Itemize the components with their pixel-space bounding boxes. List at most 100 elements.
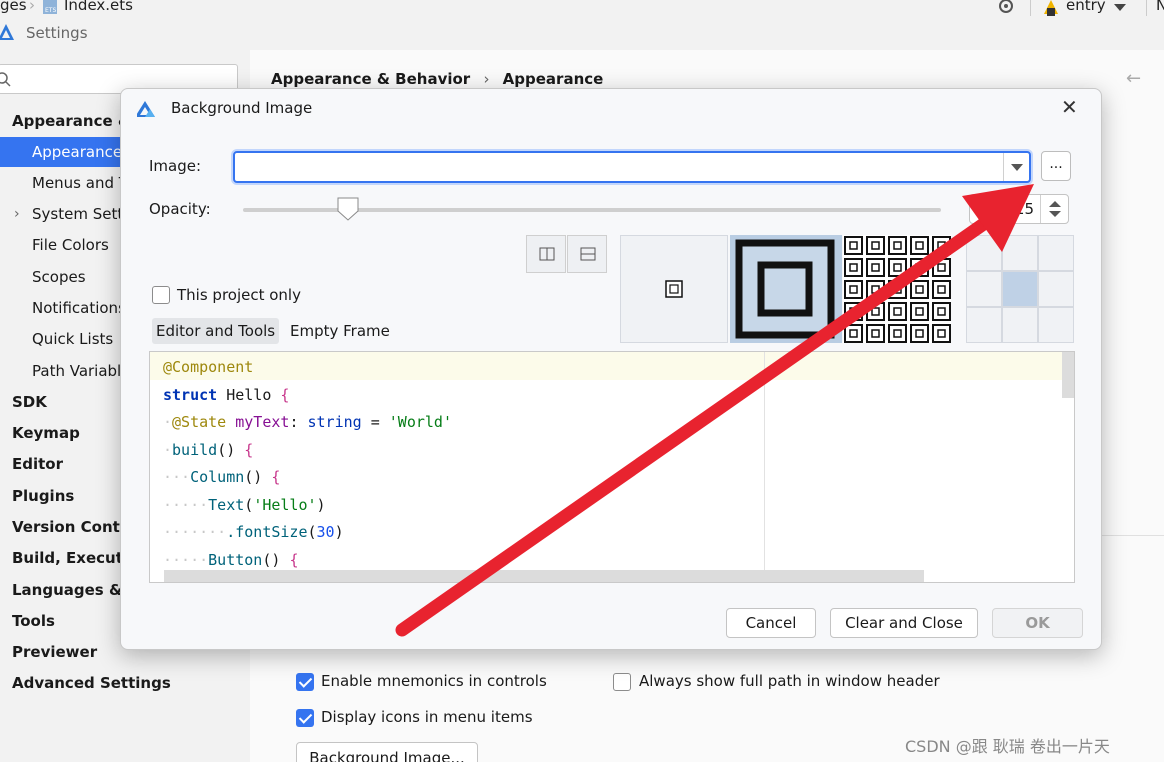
menu-icons-checkbox[interactable] [296,709,314,727]
full-path-label: Always show full path in window header [639,672,940,690]
tile-square [910,280,929,299]
code-token: myText [226,413,290,431]
sidebar-item-advanced-settings[interactable]: Advanced Settings [0,668,250,698]
tile-square [888,280,907,299]
search-icon [0,72,11,87]
fill-mode-tile[interactable] [843,235,951,343]
code-token: @State [172,413,227,431]
spinner-down-icon[interactable] [1049,211,1061,217]
fill-mode-plain[interactable] [620,235,728,343]
tile-square [932,236,951,255]
image-label: Image: [149,157,202,175]
anchor-top-center[interactable] [1002,235,1038,271]
tile-square [866,302,885,321]
code-token: () [262,550,290,569]
close-icon[interactable]: ✕ [1061,95,1078,119]
device-icon[interactable] [998,0,1014,14]
current-line-highlight [150,352,1062,380]
opacity-slider-thumb[interactable] [337,197,359,221]
code-token: { [271,468,281,486]
cancel-button[interactable]: Cancel [726,608,816,638]
tile-square [888,258,907,277]
vertical-scrollbar[interactable] [1062,352,1074,398]
app-logo-icon [137,101,155,117]
tile-square [844,280,863,299]
module-icon [1044,0,1058,16]
settings-title-bar: Settings [0,16,1164,50]
code-line: ·····Text('Hello') [163,491,326,519]
tile-square [888,236,907,255]
spinner-buttons[interactable] [1040,195,1068,223]
code-token: () [217,440,245,459]
fill-mode-scale[interactable] [730,235,842,343]
tile-square [844,258,863,277]
anchor-bottom-center[interactable] [1002,307,1038,343]
combo-divider [1003,153,1004,181]
chevron-down-icon[interactable] [1011,164,1023,171]
tile-square [932,302,951,321]
code-token: ( [307,523,317,541]
breadcrumb-current: Appearance [502,70,604,88]
code-token: { [280,385,290,404]
tile-square [910,302,929,321]
toolbar-divider [1030,0,1031,16]
browse-button[interactable]: ... [1041,151,1071,181]
this-project-only-checkbox[interactable] [152,286,170,304]
run-config-selector[interactable]: entry [1066,0,1106,14]
full-path-checkbox[interactable] [613,673,631,691]
breadcrumb-file[interactable]: Index.ets [64,0,133,14]
mnemonics-checkbox[interactable] [296,673,314,691]
tile-square [932,258,951,277]
code-token: Column [190,468,245,486]
anchor-bottom-right[interactable] [1038,307,1074,343]
tile-square [888,302,907,321]
split-vertical-icon [539,247,555,261]
code-token: .fontSize [226,523,308,541]
tile-square [910,324,929,343]
anchor-top-right[interactable] [1038,235,1074,271]
code-token: { [289,550,299,569]
tab-editor-and-tools[interactable]: Editor and Tools [152,318,280,344]
menu-icons-label: Display icons in menu items [321,708,533,726]
editor-split-divider [764,352,765,582]
code-token: ··· [163,468,191,486]
opacity-spinner[interactable]: 15 [969,194,1069,224]
back-arrow-icon[interactable]: ← [1126,68,1141,89]
code-token: = [361,413,389,431]
code-token: @Component [163,358,254,376]
split-vertical-button[interactable] [526,235,566,273]
breadcrumb-parent[interactable]: Appearance & Behavior [271,70,470,88]
tile-square [866,280,885,299]
code-token: ······· [163,523,227,541]
tile-square [844,302,863,321]
toolbar-divider [1146,0,1147,16]
mnemonics-label: Enable mnemonics in controls [321,672,547,690]
tab-empty-frame[interactable]: Empty Frame [286,318,394,344]
tile-square [844,324,863,343]
image-path-combo[interactable] [233,151,1031,183]
chevron-right-icon[interactable]: › [14,199,20,229]
split-horizontal-button[interactable] [567,235,607,273]
overflow-label: N [1156,0,1164,14]
clear-and-close-button[interactable]: Clear and Close [830,608,978,638]
code-token: · [163,440,173,459]
opacity-value[interactable]: 15 [1015,200,1034,218]
tile-preview-icon [844,236,951,343]
anchor-center[interactable] [1002,271,1038,307]
code-token: string [307,413,362,431]
ok-button[interactable]: OK [992,608,1083,638]
search-field[interactable] [15,69,215,89]
anchor-bottom-left[interactable] [966,307,1002,343]
tile-square [910,236,929,255]
horizontal-scrollbar[interactable] [164,570,924,582]
image-path-input[interactable] [241,157,991,177]
spinner-up-icon[interactable] [1049,201,1061,207]
tile-square [888,324,907,343]
navigation-bar: ges › ETS Index.ets entry N [0,0,1164,16]
anchor-middle-left[interactable] [966,271,1002,307]
anchor-middle-right[interactable] [1038,271,1074,307]
chevron-down-icon[interactable] [1114,4,1126,11]
breadcrumb-folder[interactable]: ges [0,0,27,14]
anchor-top-left[interactable] [966,235,1002,271]
background-image-button[interactable]: Background Image... [296,742,478,762]
